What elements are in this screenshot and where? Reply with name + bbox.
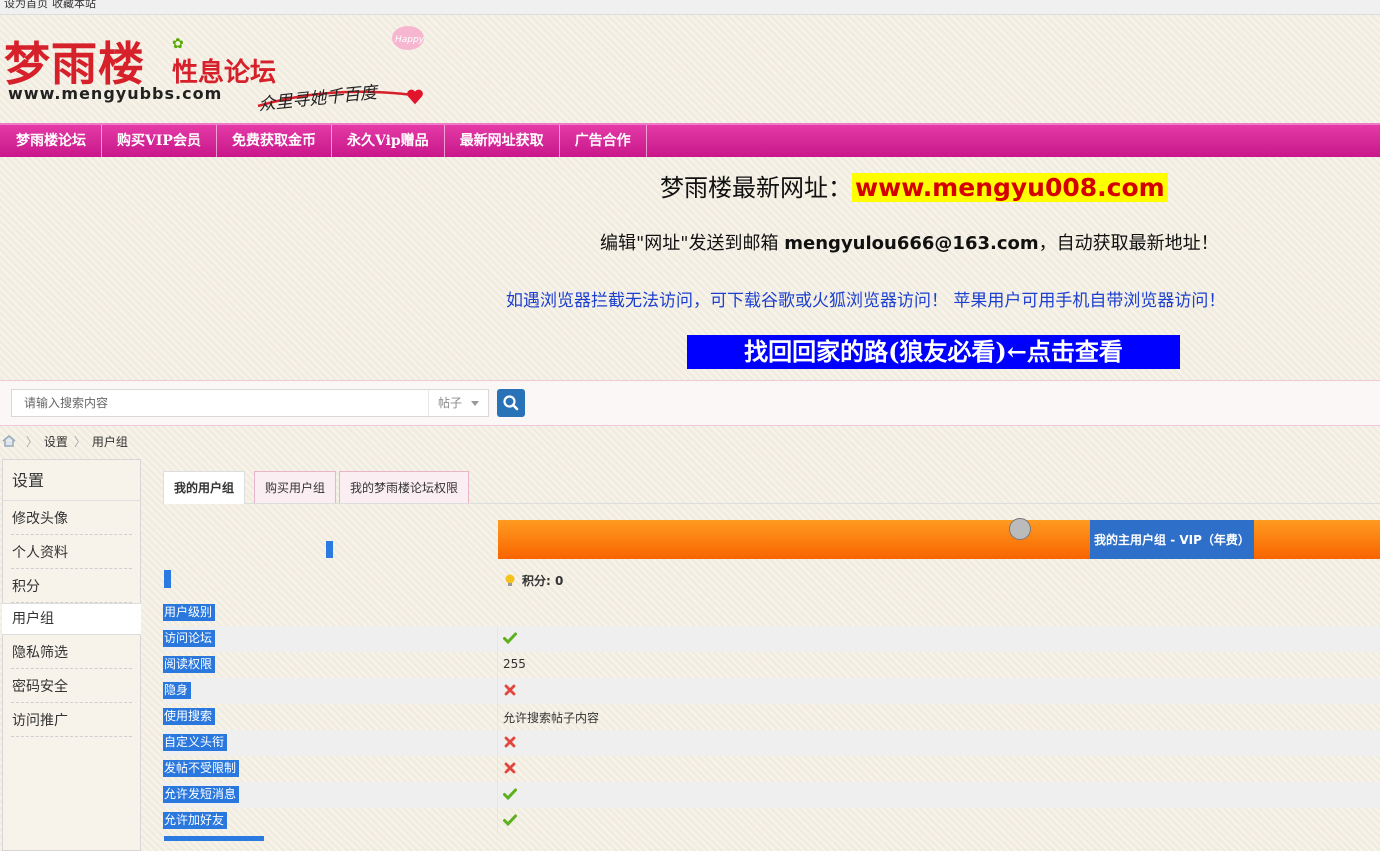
table-row: 阅读权限 255 (163, 652, 1380, 678)
sidebar-item-profile[interactable]: 个人资料 (11, 535, 132, 569)
table-row: 发帖不受限制 (163, 756, 1380, 782)
bookmark-link[interactable]: 收藏本站 (52, 0, 96, 10)
permission-label: 使用搜索 (163, 708, 216, 725)
cross-icon (504, 762, 516, 774)
breadcrumb-item-settings[interactable]: 设置 (44, 435, 68, 449)
selection-marker (326, 541, 333, 558)
announcement-url-link[interactable]: www.mengyu008.com (852, 173, 1168, 202)
announcement-home-link[interactable]: 找回回家的路(狼友必看)←点击查看 (687, 335, 1180, 369)
logo-url-text: www.mengyubbs.com (8, 84, 223, 103)
permission-value: 255 (503, 657, 526, 671)
nav-item-vip-gift[interactable]: 永久Vip赠品 (332, 125, 445, 157)
nav-item-buy-vip[interactable]: 购买VIP会员 (102, 125, 217, 157)
sidebar-item-avatar[interactable]: 修改头像 (11, 501, 132, 535)
table-row: 允许加好友 (163, 808, 1380, 834)
announcement-email-address: mengyulou666@163.com (784, 233, 1039, 254)
search-bar: 请输入搜索内容 帖子 (0, 380, 1380, 426)
settings-sidebar: 设置 修改头像 个人资料 积分 用户组 隐私筛选 密码安全 访问推广 (2, 459, 141, 851)
sidebar-item-privacy[interactable]: 隐私筛选 (11, 635, 132, 669)
announcement-email: 编辑"网址"发送到邮箱 mengyulou666@163.com，自动获取最新地… (600, 229, 1219, 255)
announcement-url-prefix: 梦雨楼最新网址： (660, 174, 852, 202)
tab-buy-usergroup[interactable]: 购买用户组 (254, 471, 337, 503)
permission-value (503, 683, 517, 698)
sidebar-item-usergroup[interactable]: 用户组 (2, 603, 141, 635)
nav-item-forum[interactable]: 梦雨楼论坛 (0, 125, 102, 157)
permission-label: 允许发短消息 (163, 786, 240, 803)
nav-item-free-coins[interactable]: 免费获取金币 (217, 125, 332, 157)
progress-knob[interactable] (1009, 518, 1031, 540)
breadcrumb-item-usergroup: 用户组 (91, 435, 128, 449)
main-usergroup-badge: 我的主用户组 - VIP（年费） (1090, 520, 1254, 559)
nav-item-latest-url[interactable]: 最新网址获取 (445, 125, 560, 157)
happy-balloon-icon: Happy (392, 26, 425, 50)
bulb-icon (505, 574, 515, 586)
permission-label: 用户级别 (163, 604, 216, 621)
search-button[interactable] (497, 389, 525, 417)
search-type-select[interactable]: 帖子 (428, 389, 489, 417)
set-home-link[interactable]: 设为首页 (4, 0, 48, 10)
site-logo[interactable]: 梦雨楼 ✿ 性息论坛 www.mengyubbs.com 众里寻她千百度 Hap… (4, 22, 434, 122)
tab-forum-permissions[interactable]: 我的梦雨楼论坛权限 (339, 471, 470, 503)
permission-label: 阅读权限 (163, 656, 216, 673)
clover-icon: ✿ (172, 36, 184, 52)
usergroup-progress-bar: 我的主用户组 - VIP（年费） (498, 518, 1380, 559)
selection-marker (164, 570, 171, 588)
top-toolbar: 设为首页 收藏本站 (0, 0, 1380, 15)
happy-badge-text: Happy (395, 35, 425, 45)
permission-label: 允许加好友 (163, 812, 228, 829)
home-icon[interactable] (2, 435, 16, 447)
check-icon (503, 632, 517, 645)
tab-my-usergroup[interactable]: 我的用户组 (163, 471, 246, 504)
selection-marker (164, 836, 264, 841)
permission-label: 隐身 (163, 682, 192, 699)
usergroup-header-left (163, 520, 497, 560)
permission-value (503, 787, 517, 802)
permission-value (503, 631, 517, 646)
points-row: 积分: 0 (498, 560, 1380, 600)
announcement-browser-tip: 如遇浏览器拦截无法访问，可下载谷歌或火狐浏览器访问！ 苹果用户可用手机自带浏览器… (506, 291, 1226, 311)
breadcrumb-separator: 〉 (25, 435, 38, 449)
table-row: 隐身 (163, 678, 1380, 704)
table-row: 访问论坛 (163, 626, 1380, 652)
sidebar-item-credits[interactable]: 积分 (11, 569, 132, 603)
table-row: 允许发短消息 (163, 782, 1380, 808)
nav-item-ads[interactable]: 广告合作 (560, 125, 647, 157)
permission-label: 访问论坛 (163, 630, 216, 647)
usergroup-tabs: 我的用户组 购买用户组 我的梦雨楼论坛权限 (163, 471, 1380, 504)
check-icon (503, 814, 517, 827)
search-input[interactable]: 请输入搜索内容 (11, 389, 429, 417)
cross-icon (504, 736, 516, 748)
heart-icon (407, 89, 423, 105)
search-type-value: 帖子 (438, 396, 463, 410)
points-value: 积分: 0 (522, 574, 564, 588)
search-icon (503, 395, 519, 411)
announcement-url: 梦雨楼最新网址： www.mengyu008.com (660, 168, 1168, 203)
permission-value (503, 813, 517, 828)
permission-value: 允许搜索帖子内容 (503, 711, 600, 725)
main-nav: 梦雨楼论坛 购买VIP会员 免费获取金币 永久Vip赠品 最新网址获取 广告合作 (0, 123, 1380, 157)
chevron-down-icon (471, 401, 479, 406)
breadcrumb-separator: 〉 (73, 435, 86, 449)
cross-icon (504, 684, 516, 696)
permission-label: 自定义头衔 (163, 734, 228, 751)
announcement-email-prefix: 编辑"网址"发送到邮箱 (600, 233, 785, 254)
announcement-email-suffix: ，自动获取最新地址！ (1038, 233, 1219, 254)
check-icon (503, 788, 517, 801)
table-row: 自定义头衔 (163, 730, 1380, 756)
table-row: 用户级别 (163, 600, 1380, 626)
sidebar-item-password[interactable]: 密码安全 (11, 669, 132, 703)
permission-value (503, 735, 517, 750)
permission-label: 发帖不受限制 (163, 760, 240, 777)
sidebar-title: 设置 (3, 460, 140, 501)
permission-value (503, 761, 517, 776)
breadcrumb: 〉设置〉用户组 (2, 433, 128, 449)
table-row: 使用搜索 允许搜索帖子内容 (163, 704, 1380, 730)
sidebar-item-promotion[interactable]: 访问推广 (11, 703, 132, 737)
